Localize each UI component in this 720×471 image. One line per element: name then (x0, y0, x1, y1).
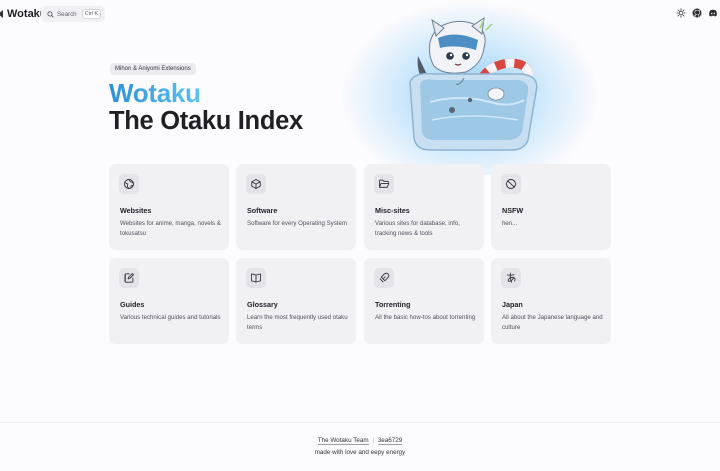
hero-tagline-badge: Mihon & Aniyomi Extensions (110, 63, 196, 75)
footer-team-link[interactable]: The Wotaku Team (317, 437, 369, 445)
notebook-pen-icon (119, 268, 139, 288)
feature-card-glossary[interactable]: Glossary Learn the most frequently used … (236, 258, 356, 344)
feature-card-title: Glossary (247, 300, 278, 309)
feature-card-title: Guides (120, 300, 145, 309)
feature-card-title: Japan (502, 300, 523, 309)
block-icon (501, 174, 521, 194)
magnet-icon (374, 268, 394, 288)
feature-grid: Websites Websites for anime, manga, nove… (109, 164, 611, 344)
footer-tagline: made with love and eepy energy (314, 449, 406, 456)
feature-card-desc: Software for every Operating System (247, 220, 347, 227)
logo-icon (0, 7, 4, 21)
feature-card-title: NSFW (502, 206, 524, 215)
feature-card-desc: Websites for anime, manga, novels & toku… (120, 220, 221, 237)
folder-icon (374, 174, 394, 194)
page-footer: The Wotaku Team | 3ea6729 made with love… (0, 422, 720, 471)
globe-icon (119, 174, 139, 194)
github-icon[interactable] (692, 8, 702, 18)
hero-title-name: Wotaku (109, 78, 201, 108)
footer-separator: | (372, 437, 374, 444)
search-shortcut: Ctrl K (81, 9, 101, 19)
feature-card-title: Software (247, 206, 278, 215)
hero-title-sub: The Otaku Index (109, 107, 303, 135)
discord-icon[interactable] (708, 8, 718, 18)
feature-card-desc: Various sites for database, info, tracki… (375, 220, 460, 237)
feature-card-misc-sites[interactable]: Misc-sites Various sites for database, i… (364, 164, 484, 250)
footer-commit-link[interactable]: 3ea6729 (377, 437, 403, 445)
sun-icon[interactable] (676, 8, 686, 18)
search-label: Search (57, 10, 77, 18)
feature-card-websites[interactable]: Websites Websites for anime, manga, nove… (109, 164, 229, 250)
hiragana-a-icon (501, 268, 521, 288)
search-button[interactable]: Search Ctrl K (41, 6, 105, 22)
feature-card-desc: Learn the most frequently used otaku ter… (247, 314, 348, 331)
brand-link[interactable]: Wotaku (0, 4, 47, 24)
search-icon (47, 10, 54, 18)
mascot-illustration (409, 16, 538, 151)
feature-card-software[interactable]: Software Software for every Operating Sy… (236, 164, 356, 250)
feature-card-title: Websites (120, 206, 152, 215)
feature-card-desc: All about the Japanese language and cult… (502, 314, 603, 331)
feature-card-torrenting[interactable]: Torrenting All the basic how-tos about t… (364, 258, 484, 344)
feature-card-nsfw[interactable]: NSFW hen... (491, 164, 611, 250)
feature-card-desc: hen... (502, 220, 518, 227)
feature-card-desc: All the basic how-tos about torrenting (375, 314, 476, 321)
book-open-icon (246, 268, 266, 288)
feature-card-guides[interactable]: Guides Various technical guides and tuto… (109, 258, 229, 344)
cube-icon (246, 174, 266, 194)
feature-card-title: Torrenting (375, 300, 411, 309)
feature-card-desc: Various technical guides and tutorials (120, 314, 221, 321)
feature-card-title: Misc-sites (375, 206, 410, 215)
feature-card-japan[interactable]: Japan All about the Japanese language an… (491, 258, 611, 344)
